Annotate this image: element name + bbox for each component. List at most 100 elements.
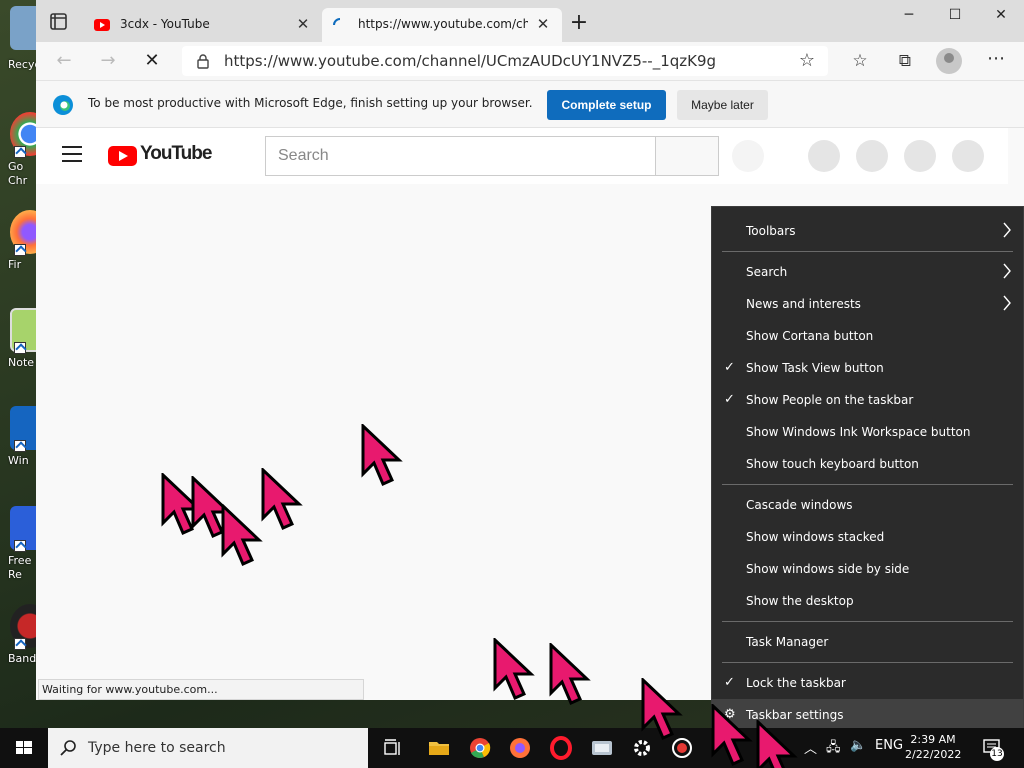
address-bar[interactable]: https://www.youtube.com/channel/UCmzAUDc… xyxy=(182,46,828,76)
desktop-icon-google-chrome[interactable]: Go Chr xyxy=(0,106,40,196)
cursor-pointer-icon xyxy=(361,424,401,486)
chevron-right-icon xyxy=(1003,263,1011,279)
show-hidden-icons-icon[interactable]: ︿ xyxy=(804,738,817,757)
desktop-icon-bandicam[interactable]: Band xyxy=(0,598,40,688)
taskbar-search-box[interactable]: Type here to search xyxy=(48,728,368,768)
firefox-icon[interactable] xyxy=(507,735,533,761)
menu-item-windows-side-by-side[interactable]: Show windows side by side xyxy=(712,553,1023,585)
tab-3cdx-youtube[interactable]: 3cdx - YouTube ✕ xyxy=(84,8,322,42)
action-center-button[interactable]: 13 xyxy=(982,738,1004,761)
youtube-icon xyxy=(94,17,110,33)
clock-time: 2:39 AM xyxy=(910,733,956,746)
shortcut-arrow-icon xyxy=(14,440,26,452)
menu-item-label: Toolbars xyxy=(746,224,796,238)
menu-item-toolbars[interactable]: Toolbars xyxy=(712,215,1023,247)
desktop-icon-label: Go Chr xyxy=(8,160,28,187)
menu-item-cascade-windows[interactable]: Cascade windows xyxy=(712,489,1023,521)
menu-item-show-cortana[interactable]: Show Cortana button xyxy=(712,320,1023,352)
task-view-icon[interactable] xyxy=(380,735,406,761)
youtube-play-icon xyxy=(108,146,137,166)
cursor-pointer-icon xyxy=(711,704,751,766)
start-button[interactable] xyxy=(0,728,48,768)
close-window-icon[interactable]: ✕ xyxy=(978,0,1024,30)
more-options-icon[interactable]: ⋯ xyxy=(984,50,1008,72)
checkmark-icon: ✓ xyxy=(724,392,735,407)
favorites-icon[interactable]: ☆ xyxy=(848,50,872,72)
cursor-pointer-icon xyxy=(549,643,589,705)
menu-item-show-ink-workspace[interactable]: Show Windows Ink Workspace button xyxy=(712,416,1023,448)
menu-item-label: Lock the taskbar xyxy=(746,676,846,690)
lock-icon[interactable] xyxy=(196,53,210,69)
volume-icon[interactable]: 🔈 xyxy=(850,738,866,753)
menu-item-search[interactable]: Search xyxy=(712,256,1023,288)
search-icon xyxy=(60,740,76,756)
add-favorite-icon[interactable]: ☆ xyxy=(796,50,818,72)
desktop-icon-notepad[interactable]: Note xyxy=(0,302,40,392)
app-icon[interactable] xyxy=(589,735,615,761)
checkmark-icon: ✓ xyxy=(724,360,735,375)
menu-item-windows-stacked[interactable]: Show windows stacked xyxy=(712,521,1023,553)
menu-separator xyxy=(722,621,1013,622)
menu-item-news-and-interests[interactable]: News and interests xyxy=(712,288,1023,320)
hamburger-menu-icon[interactable] xyxy=(62,146,82,162)
opera-icon[interactable] xyxy=(548,735,574,761)
placeholder-circle xyxy=(904,140,936,172)
collections-icon[interactable]: ⧉ xyxy=(893,50,917,72)
shortcut-arrow-icon xyxy=(14,342,26,354)
maybe-later-button[interactable]: Maybe later xyxy=(677,90,768,120)
close-tab-icon[interactable]: ✕ xyxy=(534,15,552,33)
shortcut-arrow-icon xyxy=(14,146,26,158)
shortcut-arrow-icon xyxy=(14,638,26,650)
desktop-icon-recycle-bin[interactable]: Recyc xyxy=(0,0,40,90)
menu-item-task-manager[interactable]: Task Manager xyxy=(712,626,1023,658)
stop-loading-icon[interactable]: ✕ xyxy=(138,48,166,74)
cursor-pointer-icon xyxy=(756,720,796,768)
back-arrow-icon[interactable]: ← xyxy=(50,48,78,74)
notification-count-badge: 13 xyxy=(990,747,1004,761)
taskbar-search-placeholder: Type here to search xyxy=(88,740,226,756)
menu-item-label: Search xyxy=(746,265,788,279)
maximize-icon[interactable]: ☐ xyxy=(932,0,978,30)
desktop-icon-windows[interactable]: Win xyxy=(0,400,40,490)
desktop-icon-free-recorder[interactable]: Free Re xyxy=(0,500,40,590)
minimize-icon[interactable]: ─ xyxy=(886,0,932,30)
menu-item-show-desktop[interactable]: Show the desktop xyxy=(712,585,1023,617)
close-tab-icon[interactable]: ✕ xyxy=(294,15,312,33)
menu-item-label: Show Windows Ink Workspace button xyxy=(746,425,971,439)
chrome-icon[interactable] xyxy=(467,735,493,761)
tab-title: https://www.youtube.com/channel/UCmzAUDc… xyxy=(358,17,528,31)
menu-item-show-people[interactable]: ✓ Show People on the taskbar xyxy=(712,384,1023,416)
clock[interactable]: 2:39 AM 2/22/2022 xyxy=(905,732,961,762)
infobar-message: To be most productive with Microsoft Edg… xyxy=(88,96,533,110)
cursor-pointer-icon xyxy=(493,638,533,700)
cursor-pointer-icon xyxy=(261,468,301,530)
menu-item-label: News and interests xyxy=(746,297,861,311)
desktop-icon-firefox[interactable]: Fir xyxy=(0,204,40,294)
shortcut-arrow-icon xyxy=(14,244,26,256)
tab-title: 3cdx - YouTube xyxy=(120,17,210,31)
chevron-right-icon xyxy=(1003,295,1011,311)
youtube-search-input[interactable] xyxy=(265,136,656,176)
setup-infobar: To be most productive with Microsoft Edg… xyxy=(36,80,1024,128)
browser-toolbar: ← → ✕ https://www.youtube.com/channel/UC… xyxy=(36,42,1024,80)
status-bar: Waiting for www.youtube.com... xyxy=(38,679,364,700)
file-explorer-icon[interactable] xyxy=(426,735,452,761)
youtube-search-button[interactable] xyxy=(655,136,719,176)
tab-actions-icon[interactable] xyxy=(46,10,72,34)
menu-item-lock-taskbar[interactable]: ✓ Lock the taskbar xyxy=(712,667,1023,699)
menu-item-show-touch-keyboard[interactable]: Show touch keyboard button xyxy=(712,448,1023,480)
menu-item-label: Cascade windows xyxy=(746,498,853,512)
menu-item-label: Show Cortana button xyxy=(746,329,874,343)
forward-arrow-icon[interactable]: → xyxy=(94,48,122,74)
profile-avatar-icon[interactable] xyxy=(936,48,962,74)
language-indicator[interactable]: ENG xyxy=(875,738,903,753)
desktop-icon-label: Free Re xyxy=(8,554,32,581)
tab-youtube-channel[interactable]: https://www.youtube.com/channel/UCmzAUDc… xyxy=(322,8,562,42)
new-tab-icon[interactable]: + xyxy=(567,12,591,36)
menu-item-show-task-view[interactable]: ✓ Show Task View button xyxy=(712,352,1023,384)
complete-setup-button[interactable]: Complete setup xyxy=(547,90,666,120)
network-icon[interactable]: 🖧 xyxy=(826,738,841,760)
address-url[interactable]: https://www.youtube.com/channel/UCmzAUDc… xyxy=(224,52,716,70)
placeholder-circle xyxy=(808,140,840,172)
menu-item-label: Show windows stacked xyxy=(746,530,885,544)
